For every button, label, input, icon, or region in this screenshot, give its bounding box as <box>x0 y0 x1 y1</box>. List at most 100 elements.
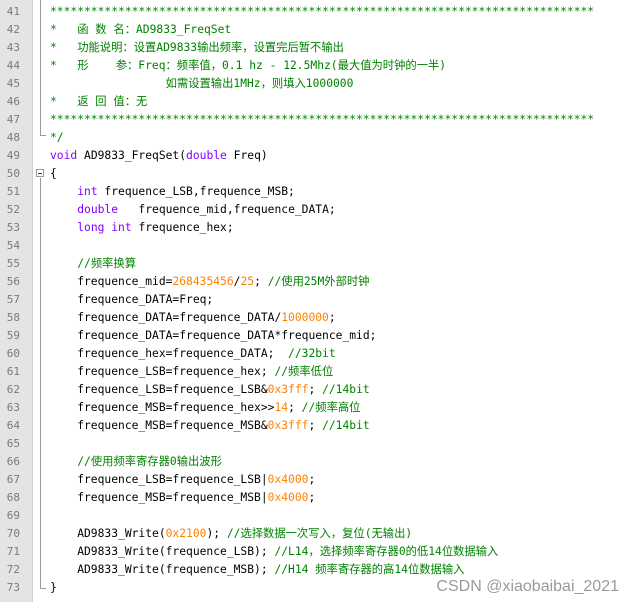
code-token: ; <box>308 383 323 396</box>
line-number: 63 <box>6 401 20 414</box>
code-line[interactable]: 51 int frequence_LSB,frequence_MSB; <box>0 183 629 201</box>
code-text: * 形 参：Freq：频率值，0.1 hz - 12.5Mhz(最大值为时钟的一… <box>50 57 446 75</box>
code-token: AD9833_Write(frequence_LSB); <box>50 545 275 558</box>
code-token: frequence_LSB=frequence_LSB& <box>50 383 268 396</box>
line-number: 51 <box>6 185 20 198</box>
code-line[interactable]: 61 frequence_LSB=frequence_hex; //频率低位 <box>0 363 629 381</box>
line-number: 69 <box>6 509 20 522</box>
line-number: 53 <box>6 221 20 234</box>
code-text: AD9833_Write(0x2100); //选择数据一次写入，复位(无输出) <box>50 525 412 543</box>
code-token: { <box>50 167 57 180</box>
comment-token: //14bit <box>322 419 370 432</box>
comment-token: //频率高位 <box>301 401 361 414</box>
code-text: * 返 回 值：无 <box>50 93 147 111</box>
code-line[interactable]: 66 //使用频率寄存器0输出波形 <box>0 453 629 471</box>
code-line[interactable]: 55 //频率换算 <box>0 255 629 273</box>
line-number: 43 <box>6 41 20 54</box>
line-number: 68 <box>6 491 20 504</box>
code-token: frequence_DATA=frequence_DATA*frequence_… <box>50 329 377 342</box>
line-number: 62 <box>6 383 20 396</box>
code-line[interactable]: 70 AD9833_Write(0x2100); //选择数据一次写入，复位(无… <box>0 525 629 543</box>
code-text: void AD9833_FreqSet(double Freq) <box>50 147 268 165</box>
code-token: frequence_LSB=frequence_LSB| <box>50 473 268 486</box>
code-text: frequence_DATA=Freq; <box>50 291 213 309</box>
code-token: Freq) <box>226 149 268 162</box>
number-token: 25 <box>240 275 255 288</box>
code-token: frequence_hex=frequence_DATA; <box>50 347 289 360</box>
line-number: 49 <box>6 149 20 162</box>
line-number: 65 <box>6 437 20 450</box>
code-token: frequence_MSB=frequence_MSB| <box>50 491 268 504</box>
keyword-token: long int <box>77 221 132 234</box>
code-token: frequence_MSB=frequence_hex>> <box>50 401 275 414</box>
code-line[interactable]: 43 * 功能说明：设置AD9833输出频率，设置完后暂不输出 <box>0 39 629 57</box>
code-line[interactable]: 44 * 形 参：Freq：频率值，0.1 hz - 12.5Mhz(最大值为时钟… <box>0 57 629 75</box>
code-token: frequence_MSB=frequence_MSB& <box>50 419 268 432</box>
code-line[interactable]: 54 <box>0 237 629 255</box>
code-line[interactable]: 52 double frequence_mid,frequence_DATA; <box>0 201 629 219</box>
code-line[interactable]: 50 { <box>0 165 629 183</box>
code-text: frequence_DATA=frequence_DATA*frequence_… <box>50 327 376 345</box>
code-line[interactable]: 41 **************************************… <box>0 3 629 21</box>
comment-token: * 功能说明：设置AD9833输出频率，设置完后暂不输出 <box>50 41 344 54</box>
code-line[interactable]: 69 <box>0 507 629 525</box>
code-line[interactable]: 67 frequence_LSB=frequence_LSB|0x4000; <box>0 471 629 489</box>
number-token: 0x4000 <box>267 491 309 504</box>
code-line[interactable]: 60 frequence_hex=frequence_DATA; //32bit <box>0 345 629 363</box>
code-line[interactable]: 68 frequence_MSB=frequence_MSB|0x4000; <box>0 489 629 507</box>
code-token: ; <box>288 401 302 414</box>
code-line[interactable]: 58 frequence_DATA=frequence_DATA/1000000… <box>0 309 629 327</box>
code-token: frequence_mid,frequence_DATA; <box>118 203 336 216</box>
code-token: frequence_LSB=frequence_hex; <box>50 365 275 378</box>
code-token: frequence_mid= <box>50 275 173 288</box>
code-line[interactable]: 49 void AD9833_FreqSet(double Freq) <box>0 147 629 165</box>
code-text: AD9833_Write(frequence_LSB); //L14，选择频率寄… <box>50 543 498 561</box>
code-token: AD9833_Write( <box>50 527 166 540</box>
code-line[interactable]: 47 **************************************… <box>0 111 629 129</box>
code-line[interactable]: 46 * 返 回 值：无 <box>0 93 629 111</box>
code-line[interactable]: 53 long int frequence_hex; <box>0 219 629 237</box>
code-line[interactable]: 56 frequence_mid=268435456/25; //使用25M外部… <box>0 273 629 291</box>
code-line[interactable]: 48 */ <box>0 129 629 147</box>
line-number: 67 <box>6 473 20 486</box>
keyword-token: double <box>77 203 119 216</box>
line-number: 54 <box>6 239 20 252</box>
code-text: frequence_MSB=frequence_hex>>14; //频率高位 <box>50 399 360 417</box>
code-line[interactable]: 62 frequence_LSB=frequence_LSB&0x3fff; /… <box>0 381 629 399</box>
code-text: frequence_LSB=frequence_LSB&0x3fff; //14… <box>50 381 370 399</box>
code-line[interactable]: 72 AD9833_Write(frequence_MSB); //H14 频率… <box>0 561 629 579</box>
code-line[interactable]: 71 AD9833_Write(frequence_LSB); //L14，选择… <box>0 543 629 561</box>
code-line[interactable]: 45 如需设置输出1MHz，则填入1000000 <box>0 75 629 93</box>
line-number: 41 <box>6 5 20 18</box>
code-line[interactable]: 64 frequence_MSB=frequence_MSB&0x3fff; /… <box>0 417 629 435</box>
line-number: 72 <box>6 563 20 576</box>
code-token: } <box>50 581 57 594</box>
line-number: 61 <box>6 365 20 378</box>
comment-token: //频率换算 <box>77 257 137 270</box>
code-token: frequence_LSB,frequence_MSB; <box>97 185 295 198</box>
code-text: //使用频率寄存器0输出波形 <box>50 453 222 471</box>
code-line[interactable]: 57 frequence_DATA=Freq; <box>0 291 629 309</box>
code-line[interactable]: 65 <box>0 435 629 453</box>
code-text: ****************************************… <box>50 3 594 21</box>
code-line[interactable]: 63 frequence_MSB=frequence_hex>>14; //频率… <box>0 399 629 417</box>
code-editor[interactable]: 41 **************************************… <box>0 0 629 602</box>
code-token: AD9833_FreqSet( <box>77 149 187 162</box>
comment-token: //14bit <box>322 383 370 396</box>
code-text: { <box>50 165 57 183</box>
code-token: ; <box>254 275 268 288</box>
number-token: 0x4000 <box>267 473 309 486</box>
code-line[interactable]: 59 frequence_DATA=frequence_DATA*frequen… <box>0 327 629 345</box>
number-token: 0x3fff <box>267 419 309 432</box>
code-text: frequence_LSB=frequence_hex; //频率低位 <box>50 363 333 381</box>
code-text: } <box>50 579 57 597</box>
comment-token: //选择数据一次写入，复位(无输出) <box>226 527 413 540</box>
line-number: 45 <box>6 77 20 90</box>
code-text: frequence_DATA=frequence_DATA/1000000; <box>50 309 335 327</box>
number-token: 1000000 <box>281 311 329 324</box>
code-text: AD9833_Write(frequence_MSB); //H14 频率寄存器… <box>50 561 464 579</box>
code-line[interactable]: 42 * 函 数 名：AD9833_FreqSet <box>0 21 629 39</box>
